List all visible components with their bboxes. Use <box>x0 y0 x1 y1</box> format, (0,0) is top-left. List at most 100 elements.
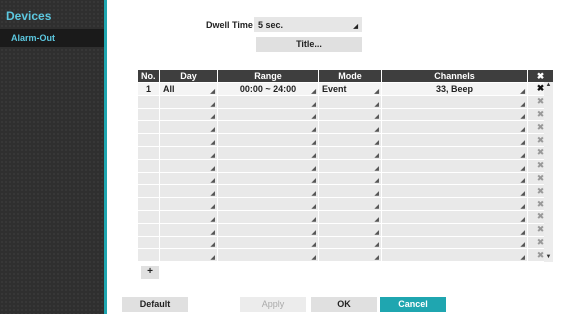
mode-select[interactable]: ◢ <box>318 184 382 199</box>
channels-select[interactable]: ◢ <box>381 133 528 147</box>
day-select[interactable]: ◢ <box>159 94 218 109</box>
range-field[interactable]: 00:00 ~ 24:00 ◢ <box>217 82 319 96</box>
cancel-button[interactable]: Cancel <box>380 297 446 312</box>
apply-button[interactable]: Apply <box>240 297 306 312</box>
title-button[interactable]: Title... <box>256 37 362 52</box>
mode-select[interactable]: ◢ <box>318 107 382 122</box>
sidebar-item-alarm-out[interactable]: Alarm-Out <box>0 29 104 47</box>
mode-select[interactable]: ◢ <box>318 222 382 237</box>
scroll-down-icon[interactable]: ▼ <box>544 254 553 262</box>
dwell-time-value: 5 sec. <box>258 20 284 30</box>
range-field[interactable]: ◢ <box>217 94 319 109</box>
day-select[interactable]: ◢ <box>159 197 218 211</box>
dropdown-arrow-icon: ◢ <box>210 127 215 134</box>
dropdown-arrow-icon: ◢ <box>520 229 525 236</box>
range-field[interactable]: ◢ <box>217 158 319 173</box>
table-row: ◢ ◢ ◢ ◢ ✖ <box>137 184 554 199</box>
range-value: 00:00 ~ 24:00 <box>239 83 297 94</box>
range-field[interactable]: ◢ <box>217 184 319 199</box>
mode-select[interactable]: ◢ <box>318 235 382 250</box>
dropdown-arrow-icon: ◢ <box>210 191 215 198</box>
dropdown-arrow-icon: ◢ <box>374 114 379 121</box>
table-row: ◢ ◢ ◢ ◢ ✖ <box>137 145 554 160</box>
day-select[interactable]: ◢ <box>159 184 218 199</box>
range-field[interactable]: ◢ <box>217 171 319 186</box>
mode-select[interactable]: ◢ <box>318 171 382 186</box>
dropdown-arrow-icon: ◢ <box>374 139 379 146</box>
row-number <box>137 184 160 199</box>
row-number <box>137 158 160 173</box>
dropdown-arrow-icon: ◢ <box>374 178 379 185</box>
day-select[interactable]: ◢ <box>159 133 218 147</box>
day-select[interactable]: ◢ <box>159 235 218 250</box>
mode-select[interactable]: ◢ <box>318 248 382 263</box>
mode-select[interactable]: ◢ <box>318 209 382 224</box>
dropdown-arrow-icon: ◢ <box>374 152 379 159</box>
day-select[interactable]: All ◢ <box>159 82 218 96</box>
channels-select[interactable]: ◢ <box>381 222 528 237</box>
channels-select[interactable]: ◢ <box>381 158 528 173</box>
day-select[interactable]: ◢ <box>159 158 218 173</box>
dropdown-arrow-icon: ◢ <box>311 203 316 210</box>
row-number <box>137 120 160 135</box>
day-select[interactable]: ◢ <box>159 107 218 122</box>
day-value: All <box>163 83 175 94</box>
channels-select[interactable]: 33, Beep ◢ <box>381 82 528 96</box>
schedule-table: No. Day Range Mode Channels ✖ 1 All ◢ 00:… <box>137 70 554 263</box>
channels-select[interactable]: ◢ <box>381 184 528 199</box>
channels-select[interactable]: ◢ <box>381 107 528 122</box>
dropdown-arrow-icon: ◢ <box>210 203 215 210</box>
mode-select[interactable]: ◢ <box>318 197 382 211</box>
row-number <box>137 197 160 211</box>
dropdown-arrow-icon: ◢ <box>374 165 379 172</box>
channels-select[interactable]: ◢ <box>381 197 528 211</box>
default-button[interactable]: Default <box>122 297 188 312</box>
range-field[interactable]: ◢ <box>217 248 319 263</box>
channels-select[interactable]: ◢ <box>381 209 528 224</box>
dropdown-arrow-icon: ◢ <box>210 88 215 95</box>
day-select[interactable]: ◢ <box>159 209 218 224</box>
mode-select[interactable]: ◢ <box>318 158 382 173</box>
scroll-up-icon[interactable]: ▲ <box>544 82 553 90</box>
channels-select[interactable]: ◢ <box>381 235 528 250</box>
row-number <box>137 222 160 237</box>
channels-select[interactable]: ◢ <box>381 248 528 263</box>
row-number <box>137 235 160 250</box>
dropdown-arrow-icon: ◢ <box>353 24 358 30</box>
channels-value: 33, Beep <box>435 83 474 94</box>
channels-select[interactable]: ◢ <box>381 145 528 160</box>
mode-select[interactable]: ◢ <box>318 120 382 135</box>
channels-select[interactable]: ◢ <box>381 94 528 109</box>
dropdown-arrow-icon: ◢ <box>520 242 525 249</box>
day-select[interactable]: ◢ <box>159 248 218 263</box>
day-select[interactable]: ◢ <box>159 145 218 160</box>
range-field[interactable]: ◢ <box>217 235 319 250</box>
dropdown-arrow-icon: ◢ <box>520 203 525 210</box>
ok-button[interactable]: OK <box>311 297 377 312</box>
mode-select[interactable]: ◢ <box>318 145 382 160</box>
mode-select[interactable]: ◢ <box>318 133 382 147</box>
dropdown-arrow-icon: ◢ <box>520 127 525 134</box>
delete-all-icon[interactable]: ✖ <box>527 70 554 83</box>
range-field[interactable]: ◢ <box>217 133 319 147</box>
dropdown-arrow-icon: ◢ <box>210 139 215 146</box>
range-field[interactable]: ◢ <box>217 209 319 224</box>
dwell-time-select[interactable]: 5 sec. ◢ <box>254 17 362 32</box>
range-field[interactable]: ◢ <box>217 145 319 160</box>
channels-select[interactable]: ◢ <box>381 171 528 186</box>
scrollbar[interactable]: ▲ ▼ <box>544 82 553 262</box>
mode-select[interactable]: Event ◢ <box>318 82 382 96</box>
mode-select[interactable]: ◢ <box>318 94 382 109</box>
day-select[interactable]: ◢ <box>159 171 218 186</box>
header-no: No. <box>137 70 160 83</box>
day-select[interactable]: ◢ <box>159 222 218 237</box>
dropdown-arrow-icon: ◢ <box>311 165 316 172</box>
day-select[interactable]: ◢ <box>159 120 218 135</box>
range-field[interactable]: ◢ <box>217 107 319 122</box>
range-field[interactable]: ◢ <box>217 222 319 237</box>
dropdown-arrow-icon: ◢ <box>374 229 379 236</box>
range-field[interactable]: ◢ <box>217 120 319 135</box>
range-field[interactable]: ◢ <box>217 197 319 211</box>
add-row-button[interactable]: + <box>141 266 159 279</box>
channels-select[interactable]: ◢ <box>381 120 528 135</box>
